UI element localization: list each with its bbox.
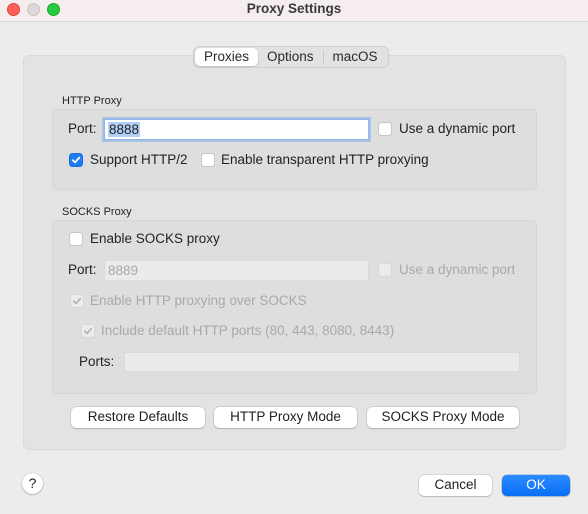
socks-dynamic-port-checkbox[interactable]	[378, 263, 392, 277]
cancel-button[interactable]: Cancel	[419, 475, 492, 496]
tab-proxies[interactable]: Proxies	[195, 48, 259, 66]
transparent-proxy-label: Enable transparent HTTP proxying	[221, 152, 429, 167]
window-title: Proxy Settings	[246, 1, 342, 16]
http-over-socks-label: Enable HTTP proxying over SOCKS	[90, 293, 307, 308]
socks-port-placeholder: 8889	[108, 263, 139, 278]
socks-proxy-mode-button[interactable]: SOCKS Proxy Mode	[367, 407, 519, 428]
ok-button[interactable]: OK	[502, 475, 570, 496]
socks-proxy-group-label: SOCKS Proxy	[62, 206, 132, 218]
socks-port-input[interactable]: 8889	[104, 260, 369, 281]
enable-socks-checkbox[interactable]	[69, 232, 83, 246]
tab-bar: Proxies Options macOS	[193, 46, 389, 68]
http-port-value: 8888	[108, 122, 141, 137]
socks-dynamic-port-label: Use a dynamic port	[399, 262, 516, 277]
support-http2-label: Support HTTP/2	[90, 152, 188, 167]
default-ports-checkbox[interactable]	[81, 324, 95, 338]
checkmark-icon	[73, 297, 82, 305]
http-port-input[interactable]: 8888	[104, 119, 369, 140]
http-port-label: Port:	[68, 121, 97, 136]
tab-macos[interactable]: macOS	[324, 48, 387, 66]
default-ports-label: Include default HTTP ports (80, 443, 808…	[101, 323, 395, 338]
help-button[interactable]: ?	[22, 473, 43, 494]
checkmark-icon	[71, 156, 81, 164]
socks-port-label: Port:	[68, 262, 97, 277]
http-dynamic-port-checkbox[interactable]	[378, 122, 392, 136]
tab-options[interactable]: Options	[258, 48, 323, 66]
transparent-proxy-checkbox[interactable]	[201, 153, 215, 167]
checkmark-icon	[84, 327, 93, 335]
restore-defaults-button[interactable]: Restore Defaults	[71, 407, 205, 428]
title-bar: Proxy Settings	[0, 0, 588, 22]
http-proxy-group-label: HTTP Proxy	[62, 95, 122, 107]
support-http2-checkbox[interactable]	[69, 153, 83, 167]
http-dynamic-port-label: Use a dynamic port	[399, 121, 516, 136]
ports-label: Ports:	[79, 354, 115, 369]
http-proxy-mode-button[interactable]: HTTP Proxy Mode	[214, 407, 357, 428]
http-over-socks-checkbox[interactable]	[70, 294, 84, 308]
ports-input[interactable]	[124, 352, 520, 372]
enable-socks-label: Enable SOCKS proxy	[90, 231, 220, 246]
